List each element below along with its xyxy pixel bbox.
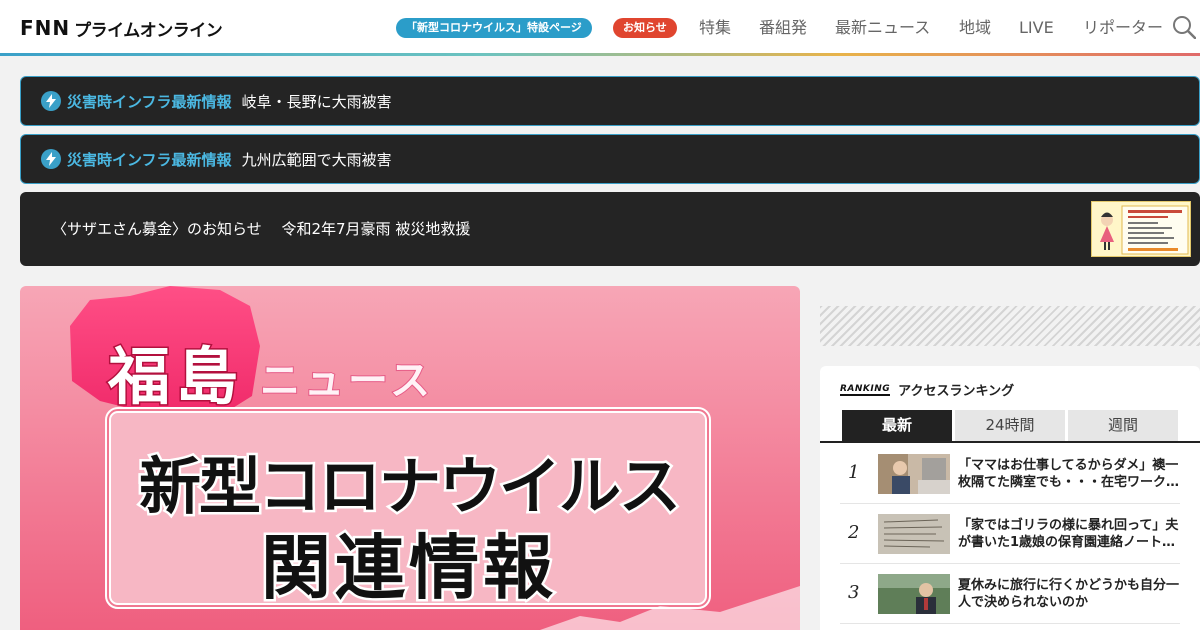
ranking-item[interactable]: 3 夏休みに旅行に行くかどうかも自分一人で決められないのか <box>840 564 1180 624</box>
ad-placeholder <box>820 306 1200 346</box>
rank-number: 3 <box>848 582 860 603</box>
lightning-icon <box>41 149 61 169</box>
sazae-donation-banner[interactable]: 〈サザエさん募金〉のお知らせ 令和2年7月豪雨 被災地救援 <box>20 192 1200 266</box>
banner-thumbnail <box>1091 201 1191 257</box>
disaster-alert-bar[interactable]: 災害時インフラ最新情報 九州広範囲で大雨被害 <box>20 134 1200 184</box>
site-header: FNN プライムオンライン 「新型コロナウイルス」特設ページ お知らせ 特集 番… <box>0 0 1200 56</box>
ranking-header: RANKING アクセスランキング <box>840 380 1014 399</box>
rank-number: 2 <box>848 522 860 543</box>
alert-text: 岐阜・長野に大雨被害 <box>241 92 392 111</box>
nav-feature[interactable]: 特集 <box>699 17 731 39</box>
tab-weekly[interactable]: 週間 <box>1068 410 1178 441</box>
search-icon[interactable] <box>1172 15 1196 39</box>
nav-reporter[interactable]: リポーター <box>1083 17 1163 39</box>
hero-news-label: ニュース <box>259 357 434 405</box>
ranking-item[interactable]: 2 「家ではゴリラの様に暴れ回って」夫が書いた1歳娘の保育園連絡ノートが話題 <box>840 504 1180 564</box>
ranking-thumbnail <box>878 454 950 494</box>
tab-24-hours[interactable]: 24時間 <box>955 410 1065 441</box>
nav-latest-news[interactable]: 最新ニュース <box>835 17 930 39</box>
access-ranking-panel: RANKING アクセスランキング 最新 24時間 週間 1 「ママはお仕事して… <box>820 366 1200 630</box>
covid-special-page-button[interactable]: 「新型コロナウイルス」特設ページ <box>396 18 592 38</box>
notice-button[interactable]: お知らせ <box>613 18 677 38</box>
hero-fukushima-label: 福島 <box>106 339 245 415</box>
header-accent-line <box>0 53 1200 56</box>
nav-live[interactable]: LIVE <box>1019 17 1054 39</box>
logo-fnn: FNN <box>20 16 71 40</box>
lightning-icon <box>41 91 61 111</box>
alert-title: 災害時インフラ最新情報 <box>67 150 232 169</box>
rank-headline: 「家ではゴリラの様に暴れ回って」夫が書いた1歳娘の保育園連絡ノートが話題 <box>958 518 1179 550</box>
ranking-title: アクセスランキング <box>898 384 1015 399</box>
ranking-thumbnail <box>878 574 950 614</box>
rank-headline: 夏休みに旅行に行くかどうかも自分一人で決められないのか <box>958 578 1180 610</box>
banner-text: 〈サザエさん募金〉のお知らせ 令和2年7月豪雨 被災地救援 <box>52 220 471 238</box>
hero-article-image[interactable]: 福島 ニュース 新型コロナウイルス 関連情報 <box>20 286 800 630</box>
alert-text: 九州広範囲で大雨被害 <box>241 150 392 169</box>
ranking-item[interactable]: 1 「ママはお仕事してるからダメ」襖一枚隔てた隣室でも・・・在宅ワーク中の子育て… <box>840 444 1180 504</box>
disaster-alert-bar[interactable]: 災害時インフラ最新情報 岐阜・長野に大雨被害 <box>20 76 1200 126</box>
ranking-logo: RANKING <box>840 383 891 396</box>
nav-programs[interactable]: 番組発 <box>759 17 807 39</box>
nav-region[interactable]: 地域 <box>959 17 991 39</box>
rank-number: 1 <box>848 462 860 483</box>
logo-text: プライムオンライン <box>74 20 223 41</box>
hero-related-info-label: 関連情報 <box>259 525 557 612</box>
rank-headline: 「ママはお仕事してるからダメ」襖一枚隔てた隣室でも・・・在宅ワーク中の子育ての悩… <box>958 458 1180 490</box>
ranking-tabs: 最新 24時間 週間 <box>820 410 1200 443</box>
alert-title: 災害時インフラ最新情報 <box>67 92 232 111</box>
site-logo[interactable]: FNN プライムオンライン <box>20 16 223 41</box>
tab-latest[interactable]: 最新 <box>842 410 952 441</box>
ranking-thumbnail <box>878 514 950 554</box>
